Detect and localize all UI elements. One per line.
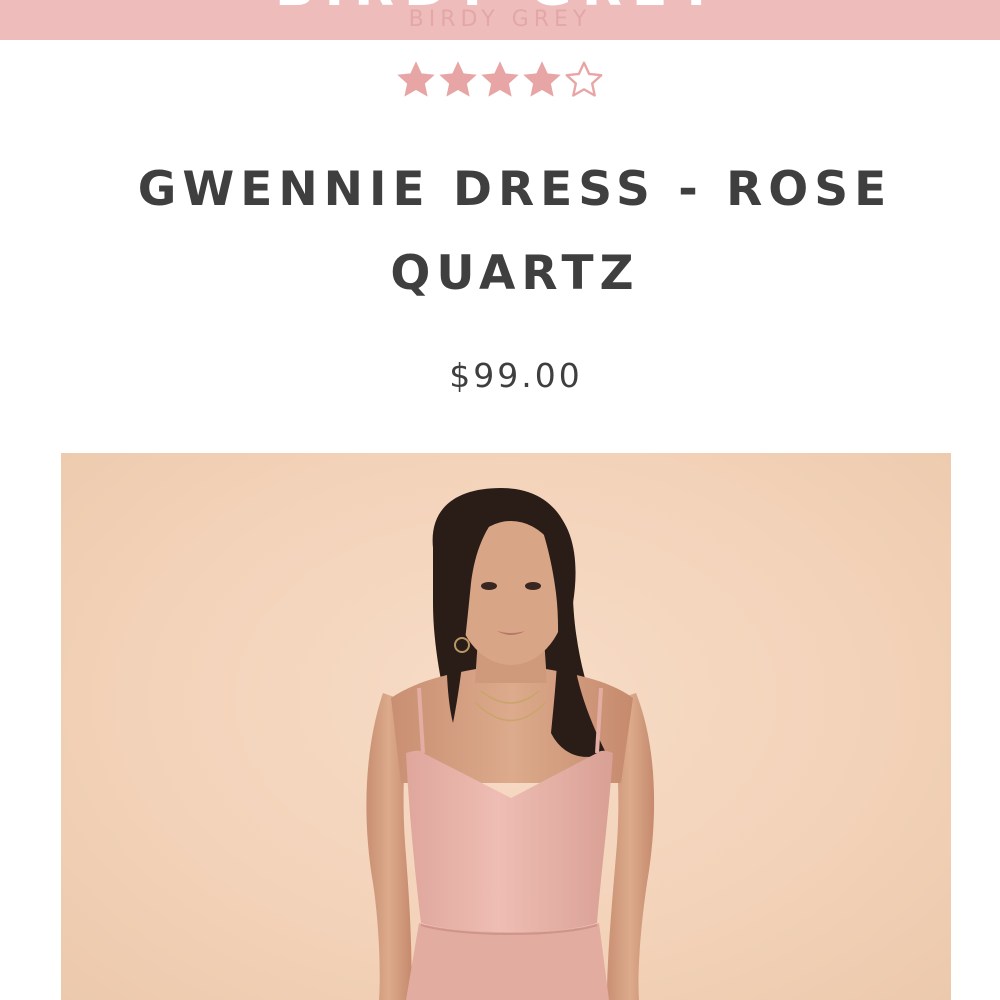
- site-header: BIRDY GREY BIRDY GREY: [0, 0, 1000, 40]
- product-page: BIRDY GREY BIRDY GREY GWENNIE DRESS - RO…: [0, 0, 1000, 1000]
- star-full-icon: [394, 58, 438, 102]
- brand-logo-subtitle: BIRDY GREY: [408, 7, 592, 32]
- product-image[interactable]: [61, 453, 951, 1000]
- star-outline-icon: [562, 58, 606, 102]
- star-full-icon: [478, 58, 522, 102]
- product-title: GWENNIE DRESS - ROSE QUARTZ: [137, 162, 893, 301]
- product-price: $99.00: [449, 356, 583, 395]
- star-full-icon: [436, 58, 480, 102]
- star-full-icon: [520, 58, 564, 102]
- star-rating[interactable]: [0, 58, 1000, 102]
- model-illustration: [366, 488, 655, 1000]
